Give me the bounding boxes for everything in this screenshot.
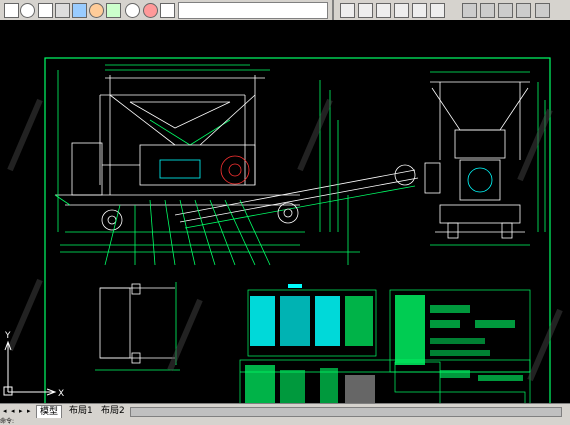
view-back-icon[interactable]: [412, 3, 427, 18]
view-bottom-icon[interactable]: [430, 3, 445, 18]
tab-next-icon[interactable]: ▸: [19, 406, 25, 416]
orbit-icon[interactable]: [106, 3, 121, 18]
shade-icon[interactable]: [160, 3, 175, 18]
tab-prev-icon[interactable]: ◂: [11, 406, 17, 416]
view-front-icon[interactable]: [358, 3, 373, 18]
iso-sw-icon[interactable]: [462, 3, 477, 18]
iso-se-icon[interactable]: [480, 3, 495, 18]
side-view: [54, 64, 419, 266]
ucs-y-label: Y: [4, 331, 11, 341]
view-icon[interactable]: [125, 3, 140, 18]
view-top-icon[interactable]: [340, 3, 355, 18]
view-left-icon[interactable]: [376, 3, 391, 18]
tab-last-icon[interactable]: ▸: [27, 406, 33, 416]
view-right-icon[interactable]: [394, 3, 409, 18]
toolbar: [0, 0, 570, 21]
ucs-x-label: X: [58, 389, 64, 399]
drawing-canvas[interactable]: Y X: [0, 20, 570, 419]
iso-nw-icon[interactable]: [516, 3, 531, 18]
camera-icon[interactable]: [535, 3, 550, 18]
toolbar-separator: [332, 0, 334, 20]
layer-dropdown[interactable]: [178, 2, 328, 19]
render-icon[interactable]: [143, 3, 158, 18]
layers-icon[interactable]: [72, 3, 87, 18]
open-icon[interactable]: [20, 3, 35, 18]
detail-view: [95, 282, 180, 371]
layout-tabs: ◂ ◂ ▸ ▸ 模型 布局1 布局2: [0, 403, 570, 418]
new-icon[interactable]: [4, 3, 19, 18]
print-icon[interactable]: [55, 3, 70, 18]
iso-ne-icon[interactable]: [498, 3, 513, 18]
command-prompt: 命令:: [0, 418, 15, 425]
tab-first-icon[interactable]: ◂: [3, 406, 9, 416]
horizontal-scrollbar[interactable]: [130, 407, 562, 417]
tab-layout2[interactable]: 布局2: [98, 405, 128, 417]
save-icon[interactable]: [38, 3, 53, 18]
tab-layout1[interactable]: 布局1: [66, 405, 96, 417]
refresh-icon[interactable]: [89, 3, 104, 18]
command-line[interactable]: 命令:: [0, 418, 570, 425]
cad-drawing: Y X: [3, 57, 563, 419]
parts-table: [247, 284, 377, 357]
tab-model[interactable]: 模型: [36, 405, 63, 418]
